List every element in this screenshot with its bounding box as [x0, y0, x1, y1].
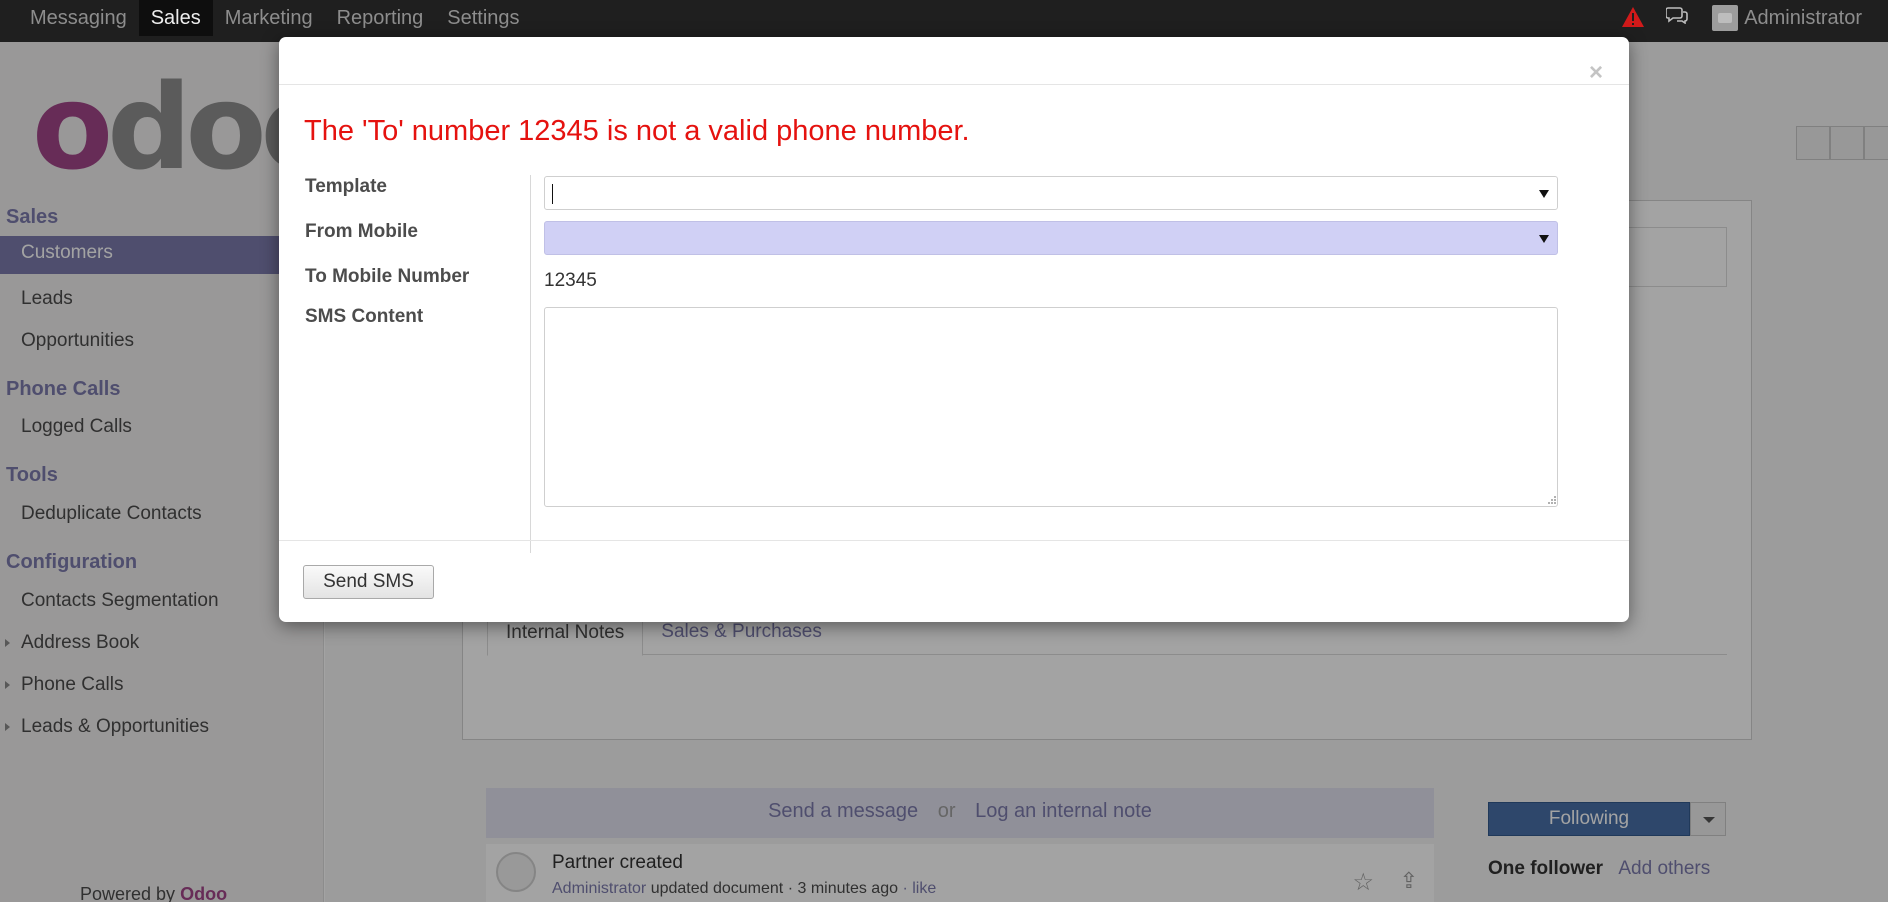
- user-menu[interactable]: Administrator: [1744, 7, 1862, 30]
- send-sms-dialog: × The 'To' number 12345 is not a valid p…: [279, 37, 1629, 622]
- from-mobile-label: From Mobile: [305, 221, 418, 242]
- menu-settings[interactable]: Settings: [435, 0, 531, 36]
- resize-grip-icon[interactable]: [1547, 495, 1557, 505]
- template-select[interactable]: [544, 176, 1558, 210]
- chat-bubbles-icon[interactable]: [1665, 6, 1688, 30]
- close-icon[interactable]: ×: [1589, 61, 1603, 85]
- template-label: Template: [305, 176, 388, 197]
- user-avatar[interactable]: [1712, 5, 1739, 31]
- to-mobile-label: To Mobile Number: [305, 266, 470, 287]
- sms-content-label: SMS Content: [305, 306, 424, 327]
- menu-marketing[interactable]: Marketing: [213, 0, 325, 36]
- dialog-header: ×: [279, 37, 1629, 85]
- menu-messaging[interactable]: Messaging: [18, 0, 139, 36]
- error-message: The 'To' number 12345 is not a valid pho…: [304, 115, 970, 147]
- menu-reporting[interactable]: Reporting: [325, 0, 436, 36]
- top-menu: Messaging Sales Marketing Reporting Sett…: [18, 0, 532, 36]
- form-separator: [530, 175, 531, 553]
- to-mobile-value: 12345: [544, 270, 597, 291]
- sms-content-textarea[interactable]: [544, 307, 1558, 507]
- chevron-down-icon[interactable]: [1539, 235, 1549, 243]
- top-right-area: Administrator: [1622, 0, 1862, 36]
- chevron-down-icon[interactable]: [1539, 190, 1549, 198]
- from-mobile-select[interactable]: [544, 221, 1558, 255]
- send-sms-button[interactable]: Send SMS: [303, 565, 434, 599]
- text-cursor: [552, 184, 553, 204]
- top-navbar: Messaging Sales Marketing Reporting Sett…: [0, 0, 1888, 42]
- menu-sales[interactable]: Sales: [138, 0, 213, 36]
- warning-icon[interactable]: [1622, 7, 1645, 29]
- dialog-footer: Send SMS: [279, 540, 1629, 622]
